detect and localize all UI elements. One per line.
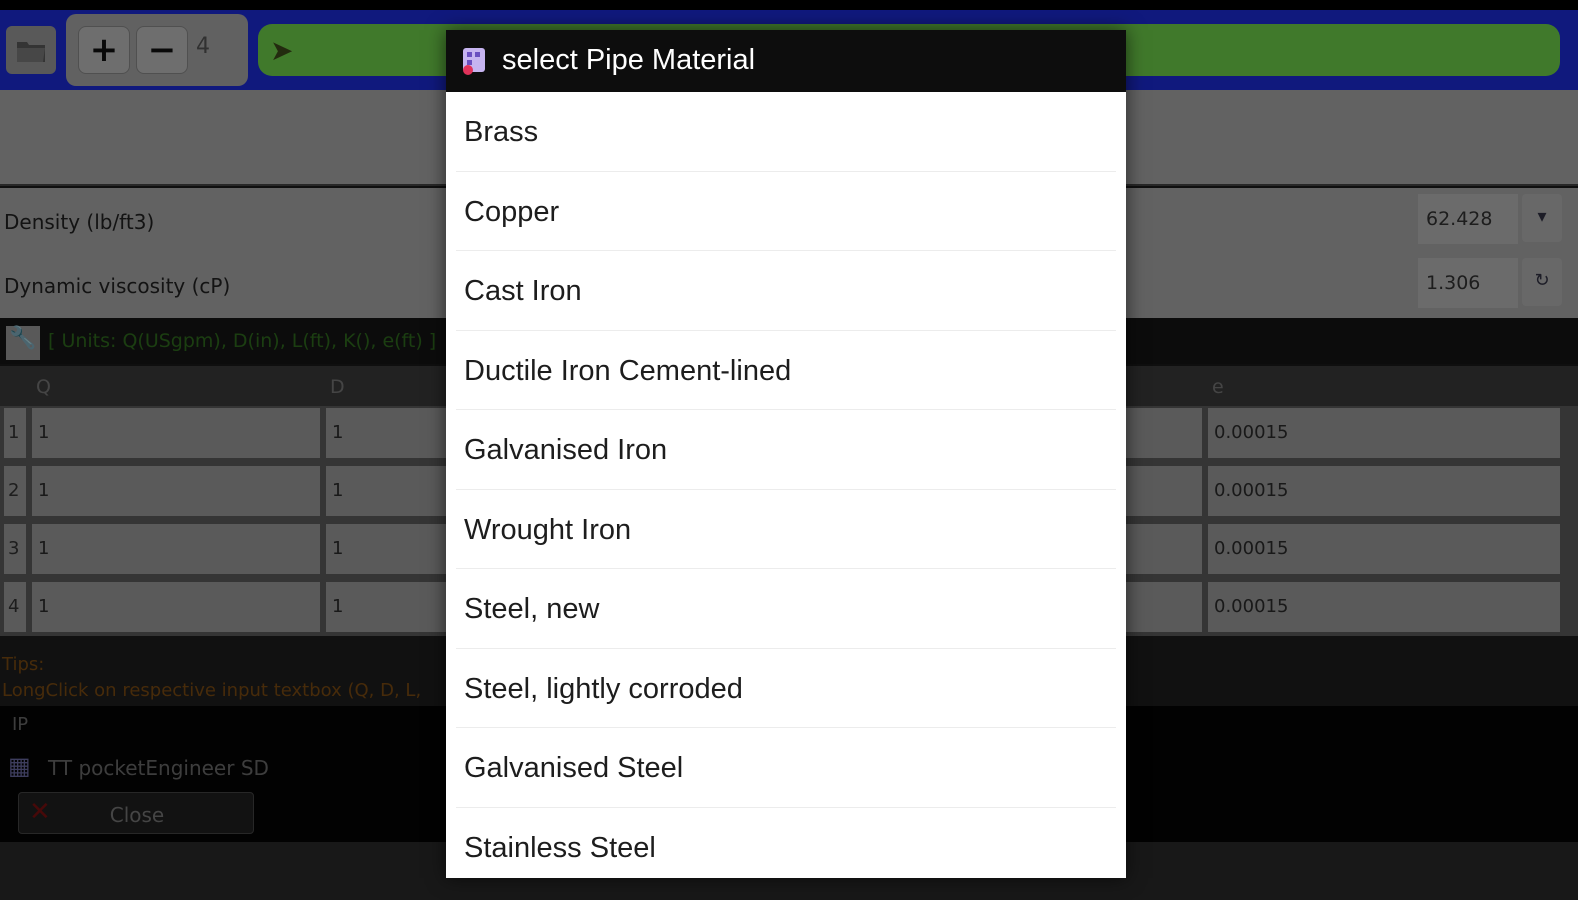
material-option-brass[interactable]: Brass [456, 92, 1116, 172]
material-option-label: Ductile Iron Cement-lined [464, 354, 792, 387]
material-option-cast-iron[interactable]: Cast Iron [456, 251, 1116, 331]
app-window: + − 4 ➤ Density (lb/ft3) 62.428 ▾ Dynami… [0, 0, 1578, 900]
dialog-title: select Pipe Material [502, 44, 756, 76]
material-option-label: Steel, lightly corroded [464, 672, 743, 705]
material-option-label: Copper [464, 195, 560, 228]
dialog-title-bar: select Pipe Material [446, 30, 1126, 92]
material-list: Brass Copper Cast Iron Ductile Iron Ceme… [446, 92, 1126, 878]
material-option-label: Brass [464, 116, 539, 148]
material-option-label: Stainless Steel [464, 831, 656, 864]
material-option-label: Galvanised Iron [464, 434, 668, 466]
material-option-galvanised-steel[interactable]: Galvanised Steel [456, 728, 1116, 808]
material-option-label: Cast Iron [464, 275, 582, 307]
material-option-wrought-iron[interactable]: Wrought Iron [456, 490, 1116, 569]
material-option-galvanised-iron[interactable]: Galvanised Iron [456, 410, 1116, 490]
material-option-label: Wrought Iron [464, 513, 632, 546]
material-option-label: Steel, new [464, 593, 600, 625]
material-option-copper[interactable]: Copper [456, 172, 1116, 251]
pipe-material-dialog: select Pipe Material Brass Copper Cast I… [446, 30, 1126, 878]
material-option-ductile-iron[interactable]: Ductile Iron Cement-lined [456, 331, 1116, 410]
app-logo-icon [463, 48, 485, 75]
material-option-steel-lightly-corroded[interactable]: Steel, lightly corroded [456, 649, 1116, 728]
material-option-stainless-steel[interactable]: Stainless Steel [456, 808, 1116, 879]
material-option-steel-new[interactable]: Steel, new [456, 569, 1116, 649]
material-option-label: Galvanised Steel [464, 752, 684, 784]
